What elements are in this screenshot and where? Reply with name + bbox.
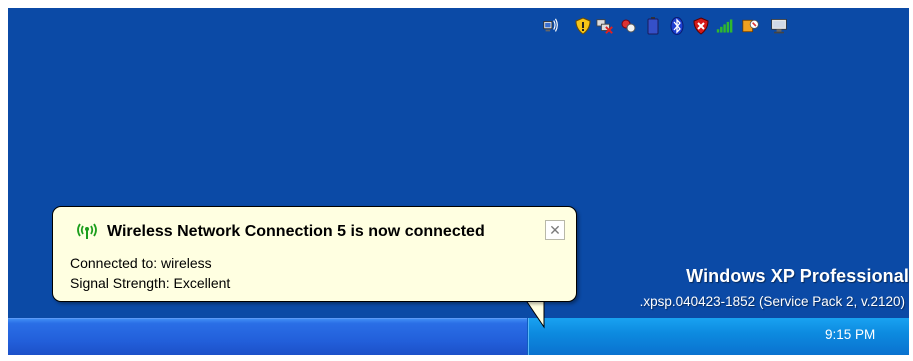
- wireless-signal-icon: [75, 221, 99, 241]
- build-info-watermark: .xpsp.040423-1852 (Service Pack 2, v.212…: [639, 294, 905, 309]
- security-alert-icon[interactable]: [692, 17, 710, 35]
- connection-icon[interactable]: [620, 17, 638, 35]
- notification-title: Wireless Network Connection 5 is now con…: [107, 223, 485, 240]
- signal-strength-text: Signal Strength: Excellent: [70, 275, 231, 291]
- utility-icon[interactable]: [742, 17, 760, 35]
- taskbar-clock[interactable]: 9:15 PM: [825, 327, 875, 342]
- wireless-network-icon[interactable]: [542, 17, 560, 35]
- network-disconnected-icon[interactable]: [596, 17, 614, 35]
- connected-to-text: Connected to: wireless: [70, 255, 212, 271]
- monitor-icon[interactable]: [770, 17, 788, 35]
- os-name-watermark: Windows XP Professional: [686, 266, 909, 286]
- desktop: Windows XP Professional .xpsp.040423-185…: [8, 8, 909, 355]
- signal-bars-icon[interactable]: [716, 17, 734, 35]
- notification-balloon[interactable]: Wireless Network Connection 5 is now con…: [52, 206, 577, 302]
- battery-icon[interactable]: [644, 17, 662, 35]
- security-shield-icon[interactable]: [574, 17, 592, 35]
- close-icon[interactable]: ✕: [545, 220, 565, 240]
- bluetooth-icon[interactable]: [668, 17, 686, 35]
